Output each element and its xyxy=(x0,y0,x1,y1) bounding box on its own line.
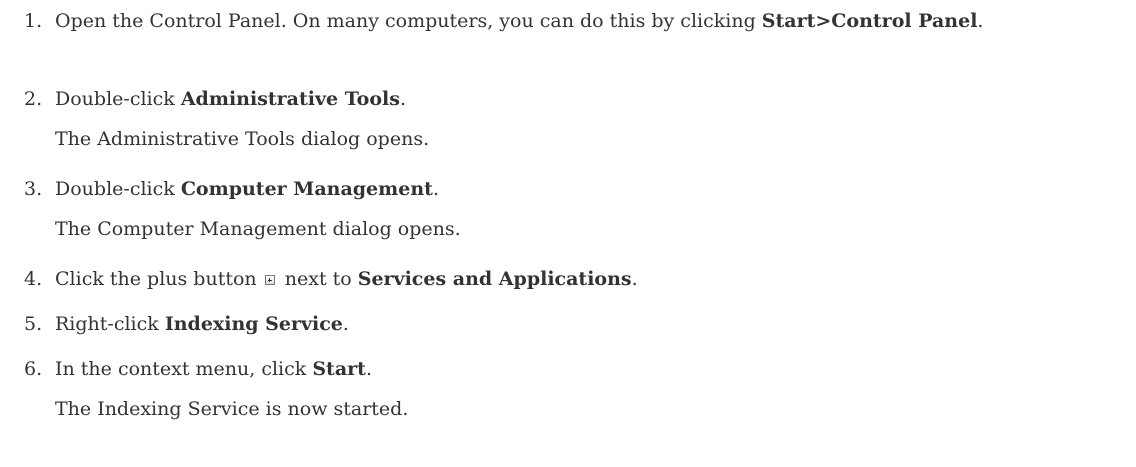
step-number: 2. xyxy=(24,88,43,110)
step-text: Click the plus button next to Services a… xyxy=(55,266,1125,293)
step-ui-label: Indexing Service xyxy=(164,313,343,335)
step-text: In the context menu, click Start. xyxy=(55,356,1125,383)
step-number: 1. xyxy=(24,10,43,32)
step-number: 6. xyxy=(24,358,43,380)
step-ui-label: Start>Control Panel xyxy=(761,10,978,32)
step-text-plain: Click the plus button xyxy=(55,268,263,290)
step-number: 4. xyxy=(24,268,43,290)
step-text-plain: next to xyxy=(278,268,358,290)
step-text-plain: Open the Control Panel. On many computer… xyxy=(55,10,762,32)
step-text-plain: In the context menu, click xyxy=(55,358,313,380)
step-6-result: The Indexing Service is now started. xyxy=(55,398,409,420)
step-text: Double-click Administrative Tools. xyxy=(55,86,1125,113)
step-text-plain: . xyxy=(399,88,406,110)
step-ui-label: Computer Management xyxy=(180,178,433,200)
step-2-result: The Administrative Tools dialog opens. xyxy=(55,128,430,150)
step-text-plain: . xyxy=(342,313,349,335)
plus-box-icon xyxy=(264,275,275,285)
step-number: 5. xyxy=(24,313,43,335)
step-3-result: The Computer Management dialog opens. xyxy=(55,218,461,240)
step-text: Double-click Computer Management. xyxy=(55,176,1125,203)
step-ui-label: Administrative Tools xyxy=(180,88,400,110)
step-ui-label: Start xyxy=(312,358,366,380)
step-text: Open the Control Panel. On many computer… xyxy=(55,8,1125,35)
step-text-plain: Right-click xyxy=(55,313,165,335)
step-text-plain: Double-click xyxy=(55,178,181,200)
step-text-plain: . xyxy=(365,358,372,380)
step-text-plain: . xyxy=(977,10,984,32)
step-ui-label: Services and Applications xyxy=(357,268,632,290)
step-text: Right-click Indexing Service. xyxy=(55,311,1125,338)
step-number: 3. xyxy=(24,178,43,200)
step-text-plain: Double-click xyxy=(55,88,181,110)
step-text-plain: . xyxy=(631,268,638,290)
step-text-plain: . xyxy=(432,178,439,200)
